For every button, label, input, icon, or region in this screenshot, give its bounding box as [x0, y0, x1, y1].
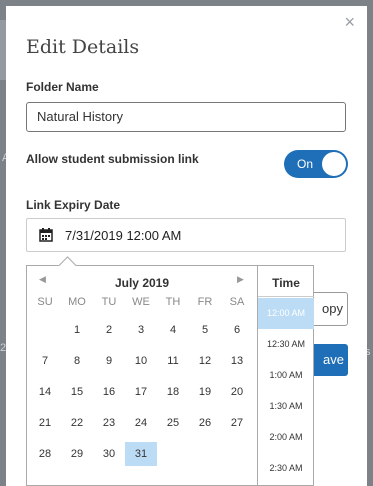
calendar-day[interactable]: 12	[189, 349, 221, 373]
calendar-day[interactable]: 22	[61, 411, 93, 435]
calendar-day[interactable]: 2	[93, 318, 125, 342]
calendar-day[interactable]: 21	[29, 411, 61, 435]
calendar-day[interactable]: 6	[221, 318, 253, 342]
submission-link-label: Allow student submission link	[26, 152, 199, 166]
calendar-day[interactable]: 16	[93, 380, 125, 404]
calendar-day[interactable]: 1	[61, 318, 93, 342]
calendar-day[interactable]: 23	[93, 411, 125, 435]
weekday-header: TH	[165, 296, 181, 308]
time-option[interactable]: 1:00 AM	[258, 360, 314, 391]
folder-name-label: Folder Name	[26, 80, 99, 94]
calendar-icon	[39, 228, 53, 242]
time-option[interactable]: 12:30 AM	[258, 329, 314, 360]
calendar-day[interactable]: 9	[93, 349, 125, 373]
calendar-day[interactable]: 27	[221, 411, 253, 435]
link-expiry-label: Link Expiry Date	[26, 198, 121, 212]
date-time-picker: ◀ ▶ July 2019 SU MO TU WE TH FR SA 1 2 3 4 5 6 7 8 9 10…	[26, 256, 314, 486]
month-label: July 2019	[114, 276, 170, 290]
calendar-day[interactable]: 4	[157, 318, 189, 342]
toggle-label: On	[297, 157, 314, 171]
calendar-day[interactable]: 29	[61, 442, 93, 466]
weekday-header: SA	[229, 296, 245, 308]
calendar-day[interactable]: 11	[157, 349, 189, 373]
link-expiry-value: 7/31/2019 12:00 AM	[65, 228, 182, 243]
calendar-day[interactable]: 25	[157, 411, 189, 435]
time-header: Time	[272, 276, 300, 290]
calendar-day[interactable]: 17	[125, 380, 157, 404]
folder-name-input[interactable]: Natural History	[26, 102, 346, 132]
calendar-day[interactable]: 13	[221, 349, 253, 373]
time-option[interactable]: 2:30 AM	[258, 453, 314, 484]
time-option[interactable]: 2:00 AM	[258, 422, 314, 453]
close-icon[interactable]: ×	[344, 12, 355, 33]
calendar-panel: ◀ ▶ July 2019 SU MO TU WE TH FR SA 1 2 3 4 5 6 7 8 9 10…	[27, 266, 257, 485]
link-expiry-date-field[interactable]: 7/31/2019 12:00 AM	[26, 218, 346, 252]
calendar-day[interactable]: 28	[29, 442, 61, 466]
calendar-day[interactable]: 30	[93, 442, 125, 466]
calendar-day[interactable]: 3	[125, 318, 157, 342]
calendar-day[interactable]: 24	[125, 411, 157, 435]
weekday-header: TU	[101, 296, 117, 308]
weekday-header: SU	[37, 296, 53, 308]
calendar-day[interactable]: 18	[157, 380, 189, 404]
calendar-day[interactable]: 10	[125, 349, 157, 373]
calendar-day[interactable]: 26	[189, 411, 221, 435]
toggle-knob	[322, 152, 346, 176]
submission-link-toggle[interactable]: On	[284, 150, 348, 178]
calendar-day-selected[interactable]: 31	[125, 442, 157, 466]
calendar-day[interactable]: 15	[61, 380, 93, 404]
time-option-selected[interactable]: 12:00 AM	[258, 298, 314, 329]
divider	[258, 296, 314, 297]
weekday-header: FR	[197, 296, 213, 308]
weekday-header: WE	[132, 296, 150, 308]
calendar-day[interactable]: 20	[221, 380, 253, 404]
weekday-header: MO	[68, 296, 86, 308]
time-list: Time 12:00 AM 12:30 AM 1:00 AM 1:30 AM 2:00 …	[257, 266, 314, 485]
calendar-day[interactable]: 14	[29, 380, 61, 404]
calendar-day[interactable]: 19	[189, 380, 221, 404]
calendar-day[interactable]: 8	[61, 349, 93, 373]
time-option[interactable]: 1:30 AM	[258, 391, 314, 422]
dialog-title: Edit Details	[26, 36, 140, 58]
calendar-day[interactable]: 5	[189, 318, 221, 342]
calendar-day[interactable]: 7	[29, 349, 61, 373]
